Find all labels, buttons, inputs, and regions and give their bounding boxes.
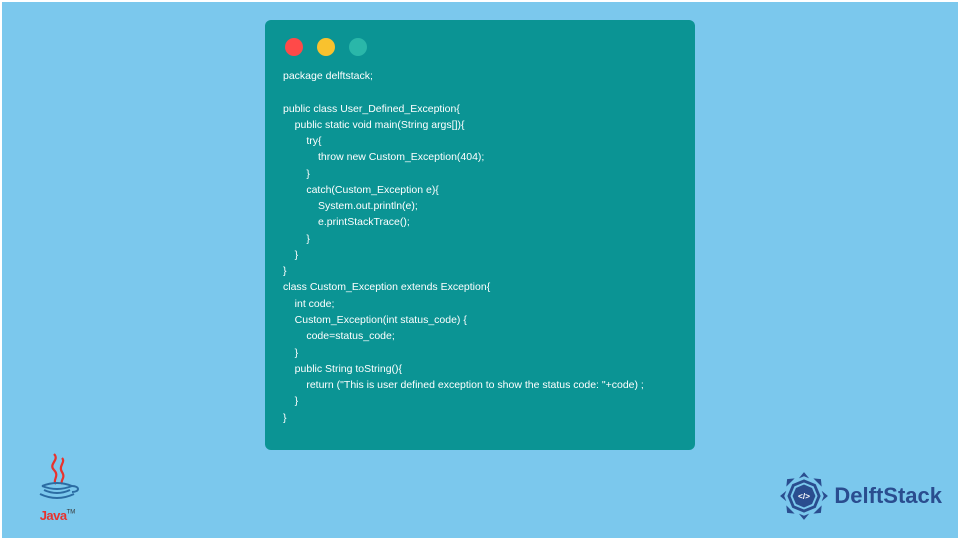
window-traffic-lights xyxy=(283,32,677,68)
svg-text:</>: </> xyxy=(798,491,810,501)
delftstack-badge-icon: </> xyxy=(778,470,830,522)
delftstack-label: DelftStack xyxy=(834,483,942,509)
traffic-red-icon xyxy=(285,38,303,56)
traffic-green-icon xyxy=(349,38,367,56)
code-window: package delftstack; public class User_De… xyxy=(265,20,695,450)
java-label: Java xyxy=(40,508,67,523)
java-tm: TM xyxy=(67,510,76,516)
java-logo-text: JavaTM xyxy=(30,507,85,525)
code-block: package delftstack; public class User_De… xyxy=(283,68,677,426)
java-logo: JavaTM xyxy=(30,452,85,525)
traffic-yellow-icon xyxy=(317,38,335,56)
delftstack-logo: </> DelftStack xyxy=(778,470,942,522)
java-cup-icon xyxy=(30,452,85,502)
